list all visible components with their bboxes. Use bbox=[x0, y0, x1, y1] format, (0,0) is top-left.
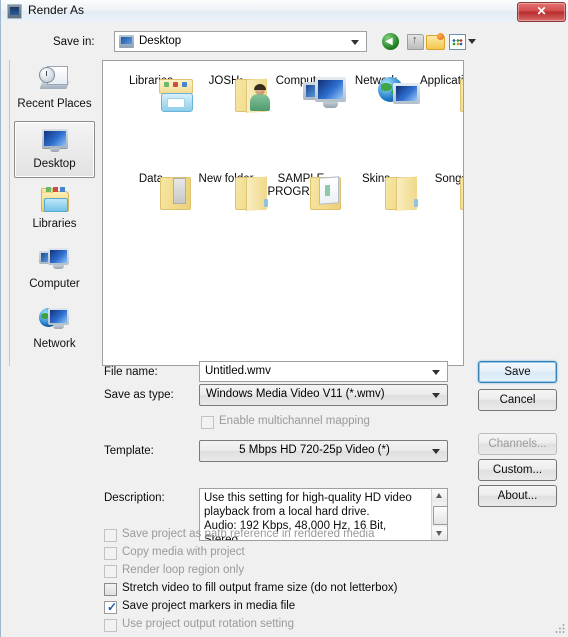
save-in-combobox[interactable]: Desktop bbox=[114, 31, 367, 52]
chevron-down-icon bbox=[432, 449, 440, 454]
checkbox-box bbox=[104, 547, 117, 560]
title-bar[interactable]: Render As ✕ bbox=[1, 0, 568, 23]
place-item-recent-places[interactable]: Recent Places bbox=[14, 62, 95, 119]
render-as-dialog: Render As ✕ Save in: Desktop ◀ ↑ Recent … bbox=[0, 0, 568, 637]
desktop-icon bbox=[39, 126, 71, 156]
checkbox-label: Stretch video to fill output frame size … bbox=[122, 582, 398, 594]
place-label: Desktop bbox=[33, 158, 76, 170]
place-item-network[interactable]: Network bbox=[14, 302, 95, 359]
chevron-down-icon[interactable] bbox=[432, 369, 440, 375]
place-item-desktop[interactable]: Desktop bbox=[14, 121, 95, 178]
save-in-label: Save in: bbox=[53, 36, 95, 48]
check-icon: ✓ bbox=[107, 600, 118, 614]
place-item-libraries[interactable]: Libraries bbox=[14, 182, 95, 239]
file-item[interactable]: Applications bbox=[415, 73, 464, 112]
place-label: Network bbox=[33, 338, 76, 350]
back-button[interactable] bbox=[380, 31, 401, 52]
file-item[interactable]: Computer bbox=[265, 73, 346, 108]
views-grid-icon bbox=[449, 34, 466, 50]
file-list-panel[interactable]: Libraries JOSH• Computer Network Applica… bbox=[102, 60, 464, 366]
about-button[interactable]: About... bbox=[478, 485, 557, 507]
computer-icon bbox=[38, 246, 71, 276]
place-label: Computer bbox=[29, 278, 80, 290]
checkbox-label: Use project output rotation setting bbox=[122, 618, 294, 630]
file-item[interactable]: Data bbox=[115, 171, 191, 210]
desktop-icon bbox=[119, 35, 134, 48]
cancel-button[interactable]: Cancel bbox=[478, 389, 557, 411]
file-item[interactable]: Libraries bbox=[115, 73, 193, 112]
checkbox-box bbox=[104, 529, 117, 542]
up-folder-icon bbox=[407, 34, 424, 50]
resize-grip[interactable] bbox=[555, 623, 566, 634]
file-name-value: Untitled.wmv bbox=[205, 365, 271, 377]
scroll-down-icon[interactable] bbox=[432, 527, 447, 540]
template-value: 5 Mbps HD 720-25p Video (*) bbox=[239, 444, 390, 456]
file-label: Songs bbox=[434, 173, 463, 185]
file-item[interactable]: SAMPLE PROGRAMS bbox=[265, 171, 341, 210]
file-item[interactable]: JOSH• bbox=[190, 73, 270, 113]
up-one-level-button[interactable] bbox=[405, 31, 426, 52]
checkbox-box bbox=[201, 416, 214, 429]
render-app-icon bbox=[7, 4, 22, 19]
file-item[interactable]: Songs bbox=[415, 171, 463, 210]
description-label: Description: bbox=[104, 492, 165, 504]
checkbox-box bbox=[104, 619, 117, 632]
file-item[interactable]: New folder bbox=[190, 171, 268, 211]
file-item[interactable]: Network bbox=[340, 73, 420, 104]
scroll-up-icon[interactable] bbox=[432, 489, 447, 502]
file-label: Applications bbox=[419, 75, 464, 87]
checkbox-label: Enable multichannel mapping bbox=[219, 415, 370, 427]
description-scrollbar[interactable] bbox=[431, 489, 447, 540]
save-button[interactable]: Save bbox=[478, 361, 557, 383]
scrollbar-thumb[interactable] bbox=[433, 506, 447, 525]
recent-places-icon bbox=[38, 66, 71, 96]
place-item-computer[interactable]: Computer bbox=[14, 242, 95, 299]
channels-button: Channels... bbox=[478, 433, 557, 455]
places-bar: Recent Places Desktop Libraries Computer… bbox=[9, 60, 99, 366]
save-in-value: Desktop bbox=[139, 35, 182, 47]
new-folder-button[interactable] bbox=[425, 31, 446, 52]
checkbox-label: Render loop region only bbox=[122, 564, 245, 576]
file-name-input[interactable]: Untitled.wmv bbox=[199, 361, 448, 382]
checkbox-box[interactable] bbox=[104, 583, 117, 596]
checkbox-label: Copy media with project bbox=[122, 546, 245, 558]
file-item[interactable]: Skins bbox=[340, 171, 418, 211]
place-label: Libraries bbox=[32, 218, 77, 230]
chevron-down-icon bbox=[351, 39, 359, 45]
back-arrow-icon bbox=[382, 33, 399, 50]
dialog-content: Save in: Desktop Recent Places bbox=[1, 22, 568, 637]
save-as-type-value: Windows Media Video V11 (*.wmv) bbox=[206, 388, 385, 400]
save-as-type-select[interactable]: Windows Media Video V11 (*.wmv) bbox=[199, 384, 448, 406]
checkbox-box[interactable]: ✓ bbox=[104, 601, 117, 614]
checkbox-label: Save project as path reference in render… bbox=[122, 528, 375, 540]
template-label: Template: bbox=[104, 445, 154, 457]
checkbox-box bbox=[104, 565, 117, 578]
chevron-down-icon bbox=[432, 393, 440, 398]
template-select[interactable]: 5 Mbps HD 720-25p Video (*) bbox=[199, 440, 448, 462]
save-as-type-label: Save as type: bbox=[104, 389, 174, 401]
chevron-down-icon bbox=[468, 39, 476, 44]
file-name-label: File name: bbox=[104, 366, 158, 378]
network-icon bbox=[38, 306, 71, 336]
views-button[interactable] bbox=[448, 31, 479, 52]
place-label: Recent Places bbox=[17, 98, 92, 110]
window-title: Render As bbox=[28, 3, 85, 17]
new-badge-icon bbox=[437, 33, 444, 40]
checkbox-label: Save project markers in media file bbox=[122, 600, 296, 612]
custom-button[interactable]: Custom... bbox=[478, 459, 557, 481]
close-button[interactable]: ✕ bbox=[517, 2, 566, 22]
libraries-icon bbox=[39, 186, 71, 216]
